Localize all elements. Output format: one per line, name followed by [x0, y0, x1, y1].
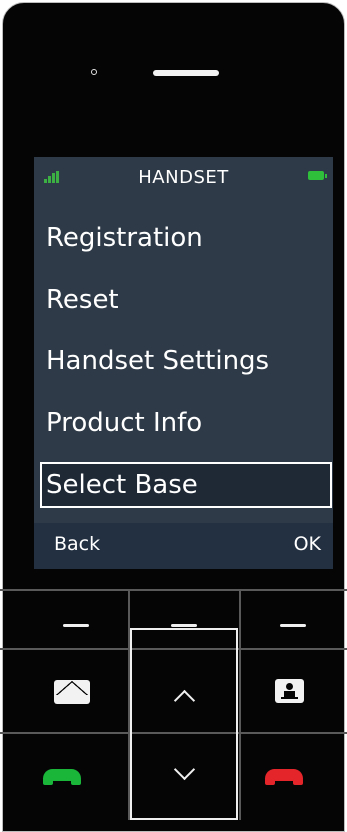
- left-softkey-dash[interactable]: [63, 624, 89, 627]
- status-bar: HANDSET: [34, 157, 333, 201]
- camera-icon: [91, 69, 97, 75]
- keypad-divider: [239, 589, 241, 820]
- menu-item-product-info[interactable]: Product Info: [40, 400, 332, 446]
- call-end-icon[interactable]: [265, 769, 303, 785]
- menu-item-reset[interactable]: Reset: [40, 277, 332, 323]
- back-softkey[interactable]: Back: [54, 533, 100, 555]
- keypad-divider: [0, 589, 347, 591]
- call-answer-icon[interactable]: [43, 769, 81, 785]
- menu-item-registration[interactable]: Registration: [40, 215, 332, 261]
- right-softkey-dash[interactable]: [280, 624, 306, 627]
- keypad: [0, 589, 347, 820]
- phone-device: HANDSET Registration Reset Handset Setti…: [0, 0, 347, 832]
- message-envelope-icon[interactable]: [54, 680, 90, 704]
- phone-screen: HANDSET Registration Reset Handset Setti…: [34, 157, 333, 569]
- menu-item-select-base[interactable]: Select Base: [40, 462, 332, 508]
- ok-softkey[interactable]: OK: [294, 533, 321, 555]
- screen-title: HANDSET: [138, 167, 229, 188]
- speaker-grille: [153, 70, 219, 76]
- navigation-key[interactable]: [130, 628, 238, 820]
- battery-icon: [308, 171, 327, 180]
- menu-item-handset-settings[interactable]: Handset Settings: [40, 338, 332, 384]
- middle-softkey-dash[interactable]: [171, 624, 197, 627]
- contacts-icon[interactable]: [275, 679, 304, 703]
- softkey-bar: Back OK: [34, 523, 333, 569]
